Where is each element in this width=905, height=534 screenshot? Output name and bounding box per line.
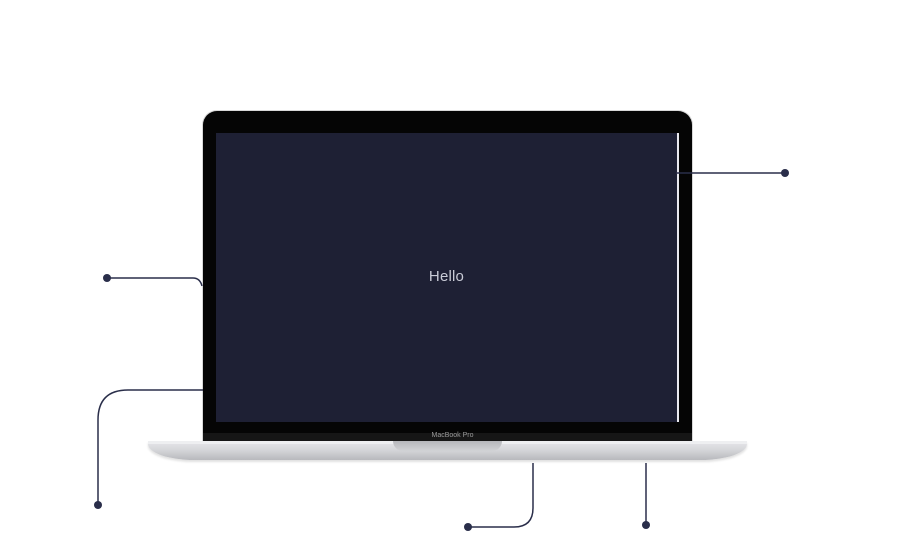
callout-connectors xyxy=(94,169,789,531)
laptop-illustration: Hello MacBook Pro xyxy=(0,0,905,534)
callout-line-hinge xyxy=(97,389,203,505)
callout-line-side xyxy=(107,277,203,287)
callout-dot-base[interactable] xyxy=(642,521,650,529)
callout-dot-front[interactable] xyxy=(464,523,472,531)
callout-line-front xyxy=(468,463,534,528)
callout-dot-hinge[interactable] xyxy=(94,501,102,509)
callout-dot-screen[interactable] xyxy=(781,169,789,177)
callout-dot-side[interactable] xyxy=(103,274,111,282)
